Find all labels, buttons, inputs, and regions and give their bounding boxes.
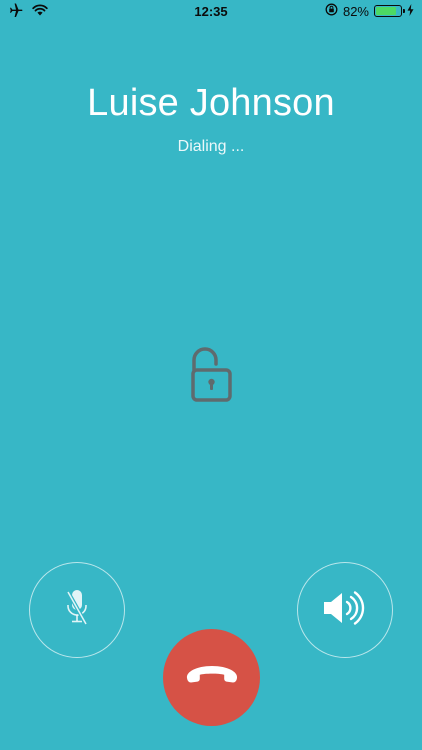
phone-hangup-icon: [182, 661, 242, 694]
caller-name: Luise Johnson: [87, 82, 335, 124]
speaker-icon: [321, 590, 369, 631]
orientation-lock-icon: [325, 3, 338, 19]
mute-button[interactable]: [29, 562, 125, 658]
battery-icon: [374, 5, 405, 17]
call-status: Dialing ...: [177, 138, 245, 155]
status-bar: 12:35 82%: [0, 0, 422, 24]
unlocked-padlock-icon[interactable]: [186, 344, 236, 406]
battery-percent: 82%: [342, 3, 369, 19]
battery-level-fill: [376, 7, 396, 15]
speaker-button[interactable]: [297, 562, 393, 658]
charging-icon: [407, 3, 414, 19]
end-call-button[interactable]: [163, 629, 260, 726]
status-right-group: 82%: [325, 3, 414, 19]
microphone-muted-icon: [62, 586, 92, 635]
